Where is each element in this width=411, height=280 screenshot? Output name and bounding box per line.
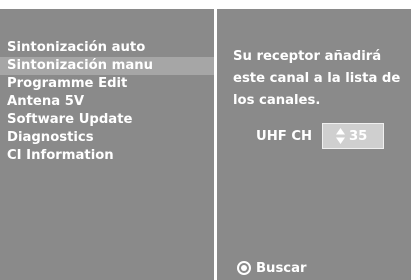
menu-item-diagnostics[interactable]: Diagnostics <box>0 129 214 147</box>
tv-menu-screen: Sintonización auto Sintonización manu Pr… <box>0 0 411 280</box>
radio-selected-icon <box>237 261 251 275</box>
menu-item-antenna-5v[interactable]: Antena 5V <box>0 93 214 111</box>
search-label: Buscar <box>256 260 307 276</box>
menu-item-auto-tuning[interactable]: Sintonización auto <box>0 39 214 57</box>
channel-row: UHF CH 35 <box>256 123 384 149</box>
setup-menu: Sintonización auto Sintonización manu Pr… <box>0 39 214 165</box>
menu-item-programme-edit[interactable]: Programme Edit <box>0 75 214 93</box>
up-down-arrows-icon <box>336 128 345 144</box>
channel-value: 35 <box>349 128 368 144</box>
search-button[interactable]: Buscar <box>237 259 307 277</box>
menu-item-ci-information[interactable]: CI Information <box>0 147 214 165</box>
menu-panel: Sintonización auto Sintonización manu Pr… <box>0 9 214 280</box>
radio-dot <box>241 265 247 271</box>
menu-item-manual-tuning[interactable]: Sintonización manu <box>0 57 214 75</box>
channel-label: UHF CH <box>256 128 313 144</box>
menu-item-software-update[interactable]: Software Update <box>0 111 214 129</box>
channel-stepper[interactable]: 35 <box>322 123 384 149</box>
info-message: Su receptor añadirá este canal a la list… <box>233 49 401 108</box>
